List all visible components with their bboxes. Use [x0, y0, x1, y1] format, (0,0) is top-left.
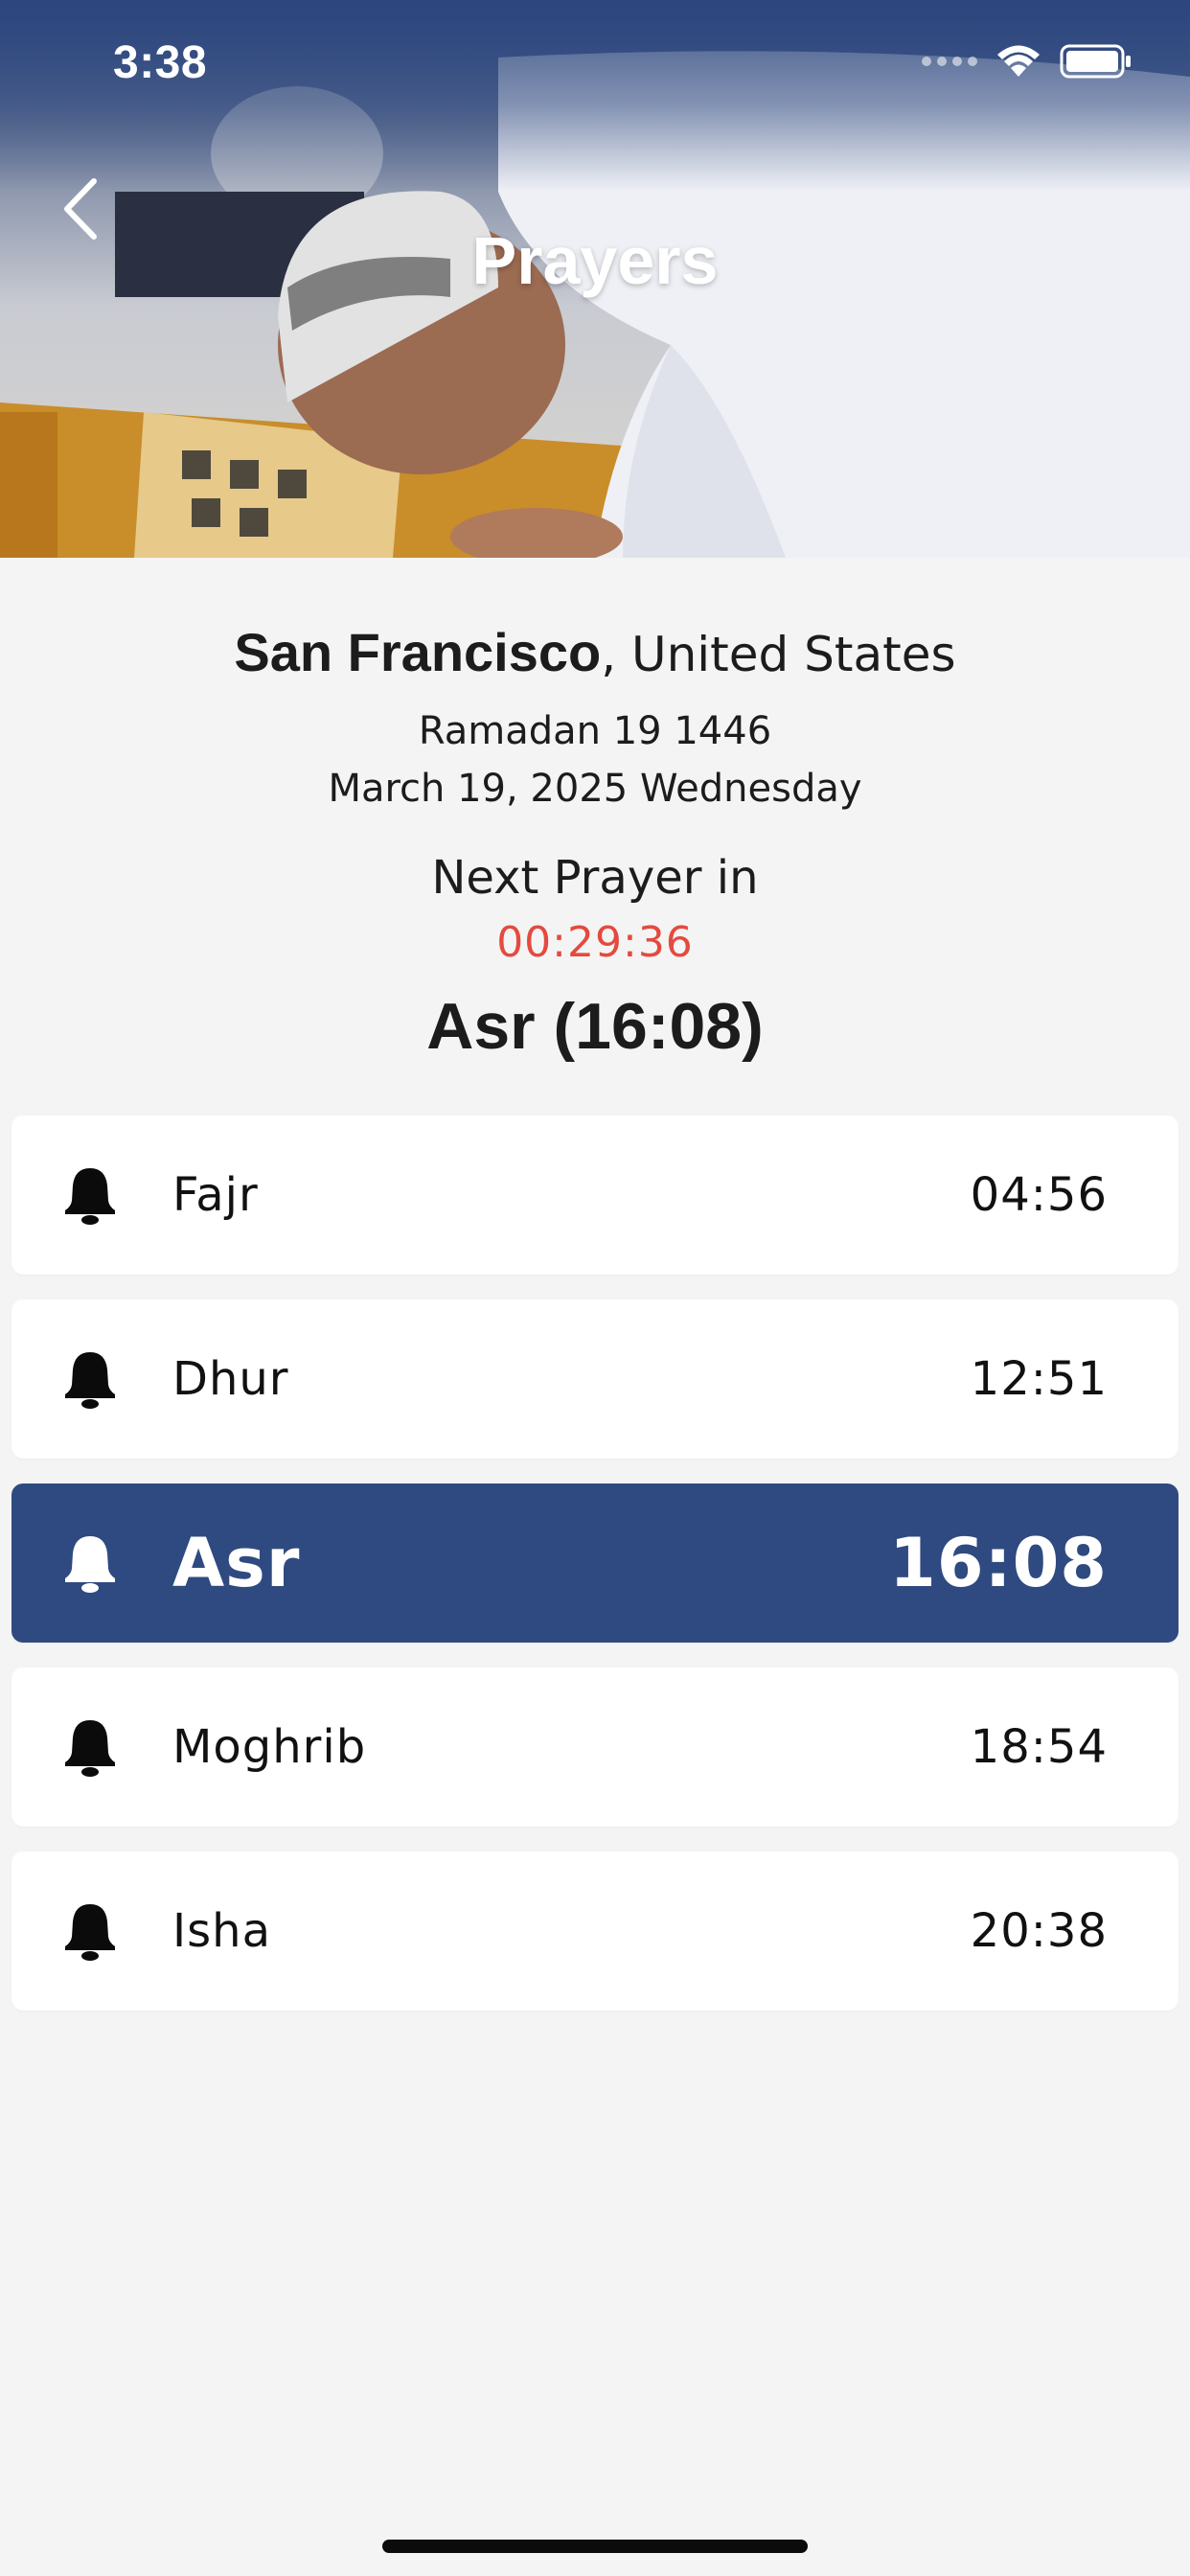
prayer-name: Asr	[172, 1524, 301, 1602]
status-time: 3:38	[113, 37, 208, 88]
prayer-name: Dhur	[172, 1352, 289, 1406]
prayer-row-dhur[interactable]: Dhur 12:51	[11, 1300, 1179, 1459]
prayer-name: Fajr	[172, 1168, 259, 1222]
prayer-row-fajr[interactable]: Fajr 04:56	[11, 1116, 1179, 1275]
prayer-row-moghrib[interactable]: Moghrib 18:54	[11, 1668, 1179, 1827]
bell-icon[interactable]	[63, 1164, 117, 1226]
next-prayer-countdown: 00:29:36	[496, 918, 694, 967]
header-shade	[0, 0, 1190, 192]
hijri-date: Ramadan 19 1446	[418, 709, 772, 753]
prayer-name: Moghrib	[172, 1720, 367, 1774]
country-name: , United States	[601, 627, 956, 682]
bell-icon[interactable]	[63, 1532, 117, 1594]
next-prayer-label: Next Prayer in	[431, 851, 759, 905]
header-banner: 3:38 Prayers	[0, 0, 1190, 558]
city-name: San Francisco	[234, 622, 602, 682]
prayer-time: 04:56	[970, 1168, 1108, 1222]
gregorian-date: March 19, 2025 Wednesday	[328, 767, 862, 811]
prayer-row-asr[interactable]: Asr 16:08	[11, 1484, 1179, 1643]
battery-icon	[1060, 44, 1131, 79]
home-indicator[interactable]	[382, 2540, 808, 2553]
prayer-time: 18:54	[970, 1720, 1108, 1774]
location-label: San Francisco, United States	[0, 619, 1190, 688]
bell-icon[interactable]	[63, 1900, 117, 1962]
prayer-time: 20:38	[970, 1904, 1108, 1958]
bell-icon[interactable]	[63, 1348, 117, 1410]
next-prayer-name: Asr (16:08)	[426, 990, 764, 1063]
status-icons	[922, 44, 1133, 79]
prayer-row-isha[interactable]: Isha 20:38	[11, 1852, 1179, 2011]
prayer-time: 12:51	[970, 1352, 1108, 1406]
signal-icon	[922, 57, 977, 66]
page-title: Prayers	[471, 223, 719, 298]
bell-icon[interactable]	[63, 1716, 117, 1778]
prayer-name: Isha	[172, 1904, 271, 1958]
prayer-time: 16:08	[889, 1524, 1108, 1602]
wifi-icon	[997, 45, 1040, 77]
